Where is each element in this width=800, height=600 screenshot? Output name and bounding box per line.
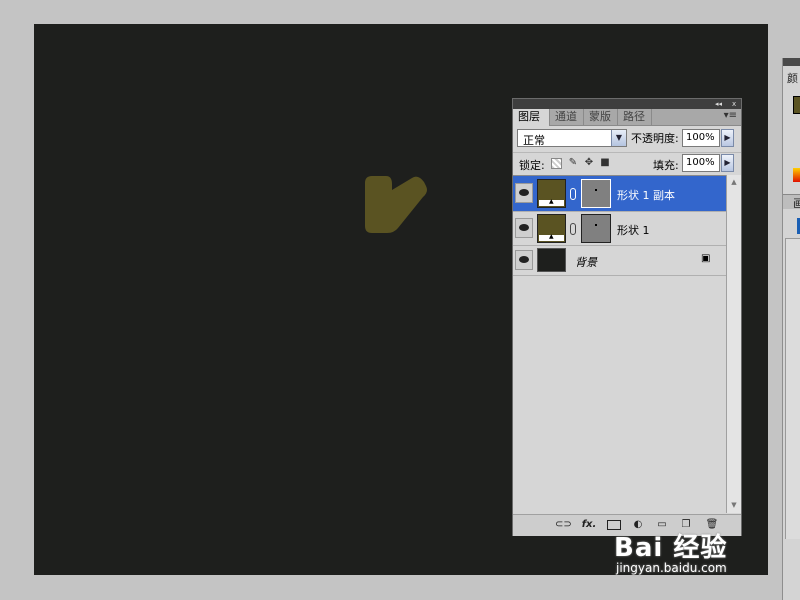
vector-mask-thumbnail[interactable] <box>581 179 611 208</box>
blend-mode-value: 正常 <box>523 134 545 147</box>
foreground-color-swatch[interactable] <box>793 96 800 114</box>
layers-panel: ◂◂ x 图层 通道 蒙版 路径 ▾≡ 正常 ▼ 不透明度: 100% ▶ 锁定… <box>512 98 742 536</box>
scroll-up-icon[interactable]: ▲ <box>728 176 740 188</box>
panel-content-box <box>785 238 800 539</box>
layer-row-shape-1[interactable]: ▲ 形状 1 <box>513 212 726 246</box>
color-panel-title[interactable]: 颜 <box>787 70 798 86</box>
vector-mask-thumbnail[interactable] <box>581 214 611 243</box>
watermark-logo: Bai 经验 <box>614 533 728 563</box>
tab-layers[interactable]: 图层 <box>513 109 550 126</box>
layer-row-shape-1-copy[interactable]: ▲ 形状 1 副本 <box>513 176 726 212</box>
mask-dot <box>595 189 597 191</box>
eye-icon <box>519 189 529 196</box>
tab-masks[interactable]: 蒙版 <box>584 109 618 125</box>
link-icon[interactable] <box>570 188 576 200</box>
eye-icon <box>519 256 529 263</box>
layer-name[interactable]: 背景 <box>575 254 597 270</box>
link-layers-icon[interactable]: ⊂⊃ <box>555 518 572 532</box>
tab-paths[interactable]: 路径 <box>618 109 652 125</box>
lock-label: 锁定: <box>519 159 545 172</box>
opacity-arrow-icon[interactable]: ▶ <box>721 129 734 147</box>
fill-label: 填充: <box>653 159 679 172</box>
eye-icon <box>519 224 529 231</box>
color-panel-titlebar <box>783 58 800 66</box>
layer-thumbnail[interactable]: ▲ <box>537 179 566 208</box>
visibility-toggle[interactable] <box>515 183 533 203</box>
visibility-toggle[interactable] <box>515 250 533 270</box>
thumbnail-marker: ▲ <box>549 233 554 240</box>
mask-dot <box>595 224 597 226</box>
lock-all-icon[interactable]: ■ <box>599 157 611 169</box>
fx-icon[interactable]: fx. <box>581 518 597 532</box>
thumbnail-marker: ▲ <box>549 198 554 205</box>
watermark-url: jingyan.baidu.com <box>616 561 727 575</box>
fill-arrow-icon[interactable]: ▶ <box>721 154 734 172</box>
lock-pixels-icon[interactable]: ✎ <box>567 157 579 169</box>
layer-list: ▲ 形状 1 副本 ▲ 形状 1 背景 ▣ <box>513 175 726 514</box>
layer-name[interactable]: 形状 1 <box>617 222 650 238</box>
brush-panel-tab[interactable]: 画 <box>793 195 800 211</box>
lock-icon: ▣ <box>701 253 711 264</box>
blend-mode-select[interactable]: 正常 ▼ <box>517 129 627 147</box>
layer-row-background[interactable]: 背景 ▣ <box>513 246 726 276</box>
color-ramp[interactable] <box>793 168 800 182</box>
collapse-icon[interactable]: ◂◂ <box>715 100 722 108</box>
opacity-input[interactable]: 100% <box>682 129 720 147</box>
layer-list-scrollbar[interactable]: ▲ ▼ <box>726 175 741 513</box>
opacity-label: 不透明度: <box>631 132 679 145</box>
color-panel-edge: 颜 画 <box>782 58 800 600</box>
lock-position-icon[interactable]: ✥ <box>583 157 595 169</box>
lock-transparency-icon[interactable] <box>551 158 562 169</box>
lock-row: 锁定: ✎ ✥ ■ 填充: 100% ▶ <box>513 152 741 175</box>
blend-row: 正常 ▼ 不透明度: 100% ▶ <box>513 127 741 151</box>
link-icon[interactable] <box>570 223 576 235</box>
panel-tabs: 图层 通道 蒙版 路径 ▾≡ <box>513 109 741 126</box>
scroll-down-icon[interactable]: ▼ <box>728 499 740 511</box>
fill-input[interactable]: 100% <box>682 154 720 172</box>
chevron-down-icon[interactable]: ▼ <box>611 130 626 146</box>
layer-thumbnail[interactable] <box>537 248 566 272</box>
layer-name[interactable]: 形状 1 副本 <box>617 187 675 203</box>
layer-thumbnail[interactable]: ▲ <box>537 214 566 243</box>
visibility-toggle[interactable] <box>515 218 533 238</box>
panel-menu-icon[interactable]: ▾≡ <box>724 110 737 121</box>
tab-channels[interactable]: 通道 <box>550 109 584 125</box>
watermark: Bai 经验 jingyan.baidu.com <box>614 527 728 575</box>
close-icon[interactable]: x <box>732 100 736 108</box>
layers-panel-titlebar[interactable]: ◂◂ x <box>513 99 741 109</box>
